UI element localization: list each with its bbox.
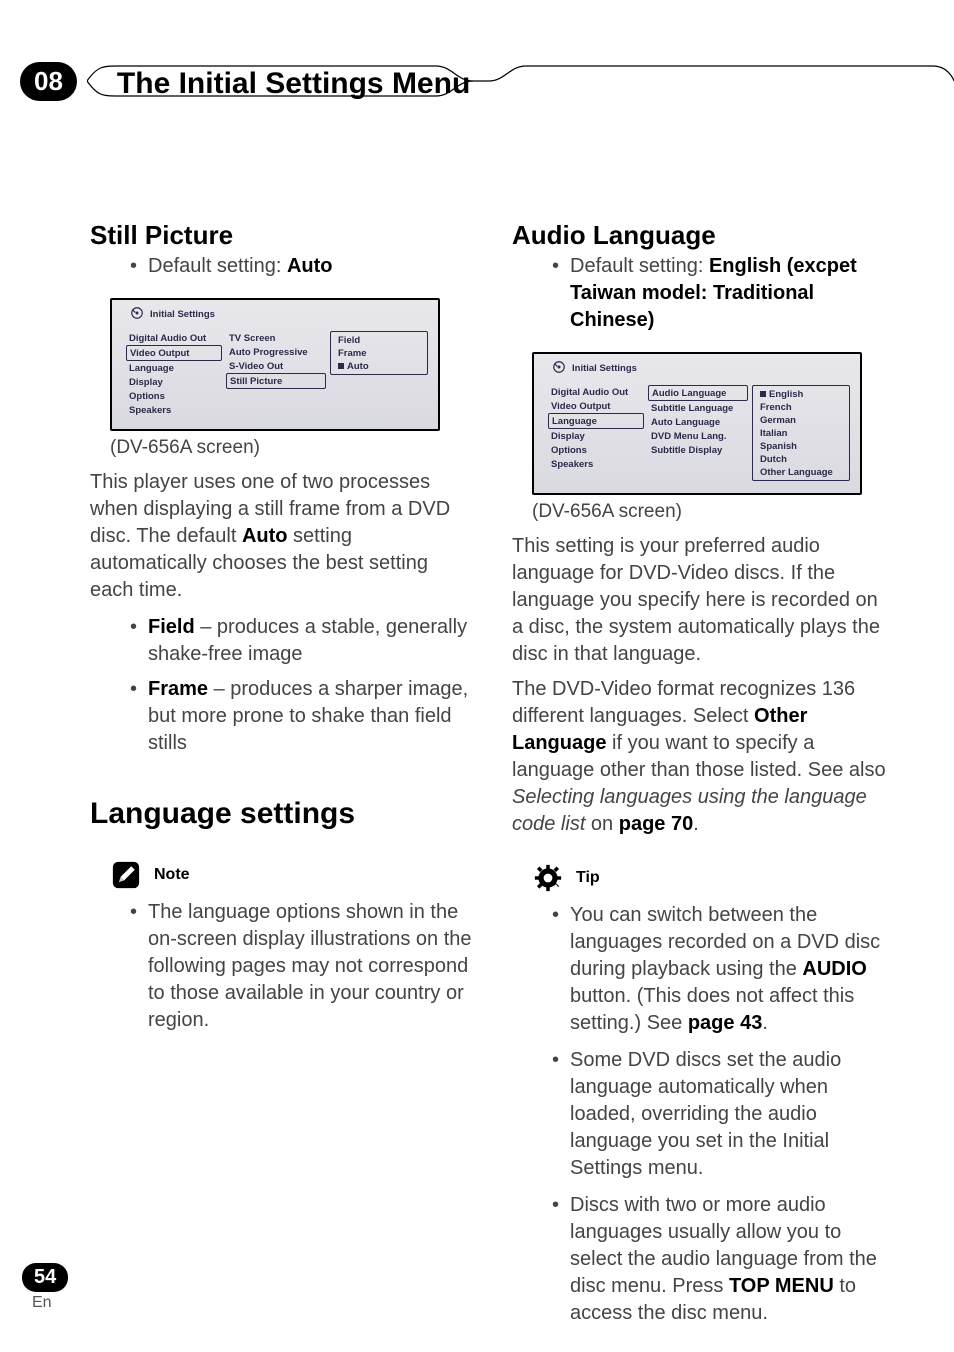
page-footer: 54 En <box>22 1263 68 1312</box>
default-setting-row: • Default setting: Auto <box>130 253 472 280</box>
fig-item: Digital Audio Out <box>548 385 644 399</box>
audio-language-heading: Audio Language <box>512 220 894 251</box>
fig-item-selected: Video Output <box>126 345 222 361</box>
default-value: Auto <box>287 255 333 277</box>
fig-item: S-Video Out <box>226 359 326 373</box>
fig-value: French <box>756 401 846 414</box>
fig-item-selected: Still Picture <box>226 373 326 389</box>
audio-lang-para1: This setting is your preferred audio lan… <box>512 533 894 668</box>
fig-item: Display <box>548 429 644 443</box>
default-setting-row: • Default setting: English (excpet Taiwa… <box>552 253 894 334</box>
pencil-icon <box>112 861 140 889</box>
note-row: Note <box>112 861 472 889</box>
fig-col-values: English French German Italian Spanish Du… <box>752 385 854 481</box>
fig-item: Digital Audio Out <box>126 331 222 345</box>
fig-item: Video Output <box>548 399 644 413</box>
fig-item-selected: Audio Language <box>648 385 748 401</box>
still-picture-figure: Initial Settings Digital Audio Out Video… <box>110 298 440 431</box>
fig-col-categories: Digital Audio Out Video Output Language … <box>126 331 222 417</box>
fig-item: Speakers <box>548 457 644 471</box>
page-lang: En <box>22 1294 68 1312</box>
fig-col-values: Field Frame Auto <box>330 331 432 417</box>
fig-item: Auto Progressive <box>226 345 326 359</box>
tip-bullet-3: • Discs with two or more audio languages… <box>552 1192 894 1327</box>
fig-item: Options <box>126 389 222 403</box>
fig-item-selected: Language <box>548 413 644 429</box>
tip-label: Tip <box>576 869 600 887</box>
tip-bullet-2: • Some DVD discs set the audio language … <box>552 1047 894 1182</box>
fig-value: Other Language <box>756 466 846 479</box>
default-prefix: Default setting: <box>148 255 287 277</box>
fig-item: TV Screen <box>226 331 326 345</box>
page-header: 08 The Initial Settings Menu <box>0 0 954 110</box>
fig-value: Dutch <box>756 453 846 466</box>
fig-item: Auto Language <box>648 415 748 429</box>
tip-bullet-1: • You can switch between the languages r… <box>552 902 894 1037</box>
figure-title: Initial Settings <box>572 363 637 374</box>
note-text: • The language options shown in the on-s… <box>130 899 472 1034</box>
figure-caption: (DV-656A screen) <box>532 501 894 523</box>
fig-item: Speakers <box>126 403 222 417</box>
content-columns: Still Picture • Default setting: Auto In… <box>0 110 954 1331</box>
default-prefix: Default setting: <box>570 255 709 277</box>
fig-item: Display <box>126 375 222 389</box>
tip-row: Tip <box>534 864 894 892</box>
chapter-badge: 08 <box>20 62 77 101</box>
still-picture-para: This player uses one of two processes wh… <box>90 469 472 604</box>
left-column: Still Picture • Default setting: Auto In… <box>90 220 472 1331</box>
fig-item: Language <box>126 361 222 375</box>
figure-caption: (DV-656A screen) <box>110 437 472 459</box>
fig-item: DVD Menu Lang. <box>648 429 748 443</box>
figure-title: Initial Settings <box>150 309 215 320</box>
audio-lang-para2: The DVD-Video format recognizes 136 diff… <box>512 676 894 838</box>
fig-value-selected: Auto <box>334 360 424 373</box>
fig-value: Spanish <box>756 440 846 453</box>
frame-bullet: • Frame – produces a sharper image, but … <box>130 676 472 757</box>
language-settings-heading: Language settings <box>90 797 472 831</box>
still-picture-heading: Still Picture <box>90 220 472 251</box>
fig-value: German <box>756 414 846 427</box>
fig-col-categories: Digital Audio Out Video Output Language … <box>548 385 644 481</box>
fig-item: Options <box>548 443 644 457</box>
fig-value-selected: English <box>756 388 846 401</box>
fig-item: Subtitle Language <box>648 401 748 415</box>
header-title: The Initial Settings Menu <box>117 67 470 101</box>
gear-icon <box>534 864 562 892</box>
fig-col-options: TV Screen Auto Progressive S-Video Out S… <box>226 331 326 417</box>
fig-value: Italian <box>756 427 846 440</box>
disc-icon <box>130 306 144 323</box>
note-label: Note <box>154 866 190 884</box>
header-rule: The Initial Settings Menu <box>87 61 954 101</box>
disc-icon <box>552 360 566 377</box>
right-column: Audio Language • Default setting: Englis… <box>512 220 894 1331</box>
fig-value: Frame <box>334 347 424 360</box>
fig-item: Subtitle Display <box>648 443 748 457</box>
page-number: 54 <box>22 1263 68 1292</box>
fig-col-options: Audio Language Subtitle Language Auto La… <box>648 385 748 481</box>
field-bullet: • Field – produces a stable, generally s… <box>130 614 472 668</box>
audio-language-figure: Initial Settings Digital Audio Out Video… <box>532 352 862 495</box>
fig-value: Field <box>334 334 424 347</box>
